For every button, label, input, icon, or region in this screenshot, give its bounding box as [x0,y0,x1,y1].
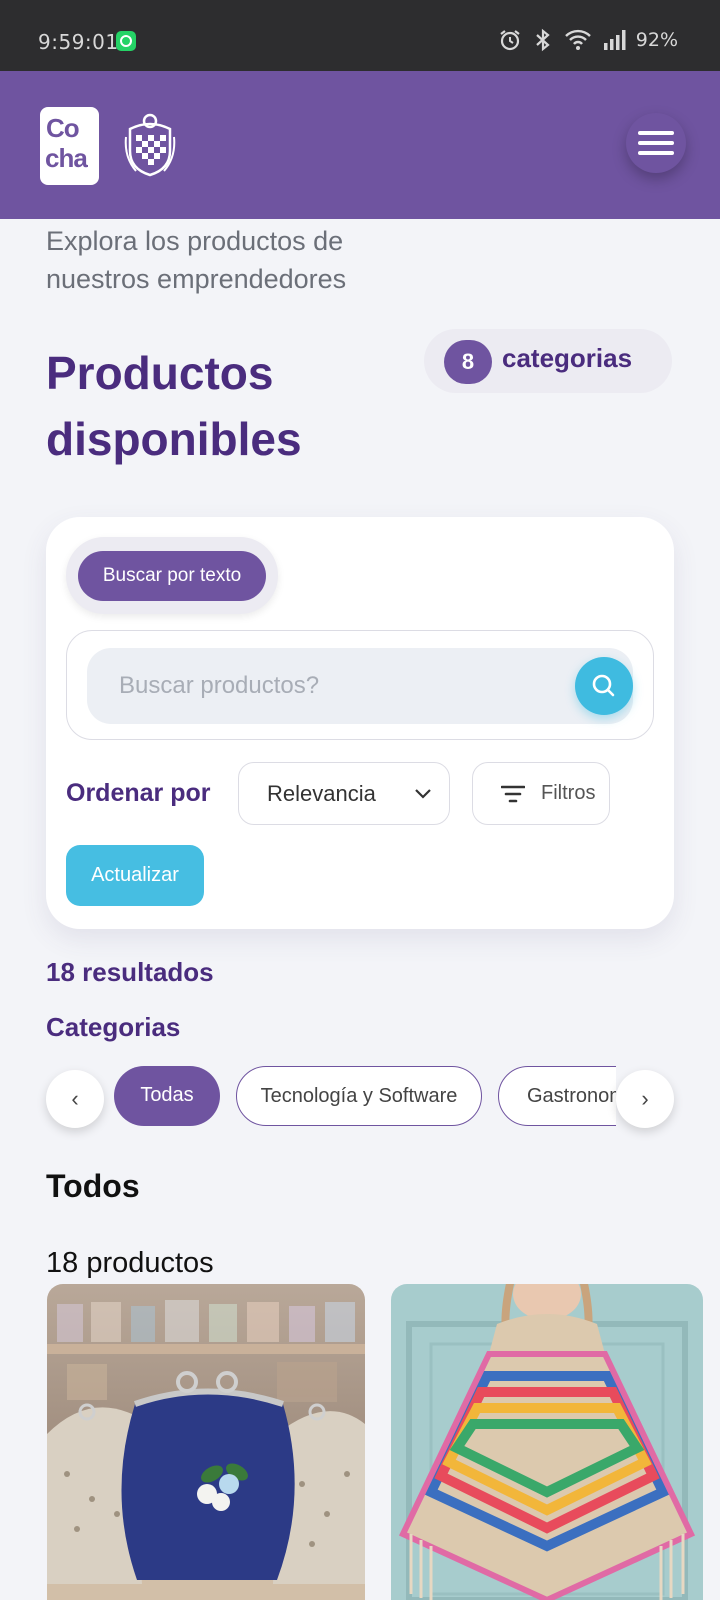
product-image-crochet-poncho [391,1284,703,1600]
categories-badge-label: categorias [502,343,633,373]
menu-icon-bar [638,141,674,145]
search-box [66,630,654,740]
filters-button[interactable]: Filtros [472,762,610,825]
intro-text: Explora los productos de nuestros empren… [46,226,347,294]
battery-level: 92% [635,29,678,51]
chevron-down-icon [415,789,431,799]
bluetooth-icon [536,28,550,52]
logo-line2: cha [45,143,88,173]
chip-gastronomia[interactable]: Gastronomía [498,1066,616,1126]
whatsapp-icon [116,31,136,51]
search-button[interactable] [575,657,633,715]
search-input[interactable] [87,648,633,724]
sort-label: Ordenar por [66,779,211,807]
cocha-logo[interactable]: Co cha [40,107,99,185]
results-count: 18 resultados [46,957,214,987]
status-time: 9:59:01 [38,30,119,54]
logo-line1: Co [46,113,80,143]
chip-tecnologia-software[interactable]: Tecnología y Software [236,1066,482,1126]
municipal-crest-icon [124,113,176,177]
filters-label: Filtros [541,782,596,804]
chips-next-button[interactable]: › [616,1070,674,1128]
status-bar: 9:59:01 92% [0,0,720,71]
search-mode-tabs: Buscar por texto [66,537,278,614]
categories-count: 8 [444,340,492,384]
sort-select[interactable]: Relevancia [238,762,450,825]
tab-search-by-text[interactable]: Buscar por texto [78,551,266,601]
category-chip-list: Todas Tecnología y Software Gastronomía [46,1066,616,1128]
products-count: 18 productos [46,1247,214,1279]
update-button[interactable]: Actualizar [66,845,204,906]
menu-icon [638,131,674,135]
page-title: Productos disponibles [46,347,302,465]
categories-badge: 8 categorias [424,329,672,393]
signal-icon [603,30,626,50]
search-card: Buscar por texto Ordenar por Relevancia … [46,517,674,929]
categories-heading: Categorias [46,1012,181,1042]
product-card[interactable] [47,1284,365,1600]
chip-todas[interactable]: Todas [114,1066,220,1126]
wifi-icon [564,29,591,50]
search-icon [592,674,615,697]
filter-icon [501,785,525,803]
section-title: Todos [46,1168,140,1204]
product-card[interactable] [391,1284,703,1600]
sort-selected-value: Relevancia [267,781,376,806]
alarm-icon [500,30,520,51]
product-image-crochet-purses [47,1284,365,1600]
menu-icon-bar [638,151,674,155]
menu-button[interactable] [626,113,686,173]
app-header: Co cha [0,71,720,219]
